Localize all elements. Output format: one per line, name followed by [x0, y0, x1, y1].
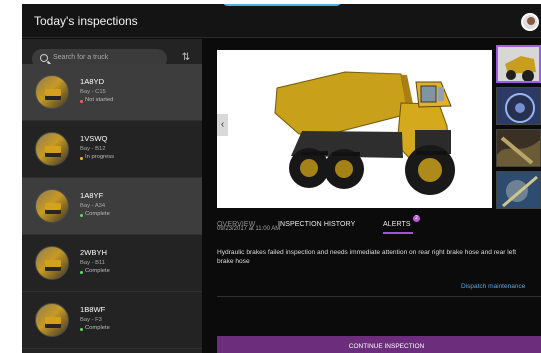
top-accent-bar: [222, 4, 342, 6]
sort-icon[interactable]: ⇅: [180, 52, 192, 64]
page-title: Today's inspections: [34, 14, 138, 28]
truck-row[interactable]: 1VSWQ Bay - B12 In progress: [22, 121, 202, 178]
truck-thumbnail: [35, 303, 69, 337]
image-thumbnail-strip: [496, 45, 541, 216]
truck-hero-image[interactable]: ‹ ›: [217, 50, 492, 208]
previous-image-button[interactable]: ‹: [217, 114, 228, 136]
alert-message: Hydraulic brakes failed inspection and n…: [217, 249, 517, 265]
status-dot: [80, 157, 83, 160]
truck-id: 1A8YF: [80, 191, 104, 200]
truck-row[interactable]: 1A8YF Bay - A34 Complete: [22, 178, 202, 235]
tab-inspection-history[interactable]: INSPECTION HISTORY: [278, 221, 355, 228]
image-thumbnail[interactable]: [496, 171, 541, 209]
inspection-app-window: Today's inspections Search for a truck ⇅…: [22, 4, 541, 353]
truck-id: 1B8WF: [80, 305, 106, 314]
truck-list: 1A8YD Bay - C15 Not started 1VSWQ Bay - …: [22, 64, 202, 349]
truck-bay: Bay - B12: [80, 146, 106, 152]
image-thumbnail[interactable]: [496, 45, 541, 83]
truck-bay: Bay - A34: [80, 203, 106, 209]
truck-thumbnail: [35, 246, 69, 280]
search-placeholder: Search for a truck: [53, 54, 109, 61]
alert-date: 09/23/2017 at 11:00 AM: [217, 226, 281, 232]
truck-id: 1VSWQ: [80, 134, 108, 143]
status-dot: [80, 100, 83, 103]
truck-row[interactable]: 1B8WF Bay - F3 Complete: [22, 292, 202, 349]
truck-detail-thumbnail: [497, 88, 540, 124]
truck-status: Not started: [85, 97, 114, 103]
truck-part-thumbnail: [497, 172, 540, 208]
truck-bay: Bay - B11: [80, 260, 106, 266]
truck-id: 1A8YD: [80, 77, 105, 86]
truck-thumbnail: [35, 75, 69, 109]
truck-status: In progress: [85, 154, 114, 160]
truck-status: Complete: [85, 268, 110, 274]
top-bar: Today's inspections: [22, 4, 541, 38]
truck-sidebar: Search for a truck ⇅ 1A8YD Bay - C15 Not…: [22, 39, 202, 353]
content-divider: [217, 296, 541, 297]
image-thumbnail[interactable]: [496, 87, 541, 125]
active-tab-underline: [383, 232, 413, 234]
status-dot: [80, 271, 83, 274]
truck-detail-panel: ‹ ›: [202, 39, 541, 353]
truck-status: Complete: [85, 211, 110, 217]
truck-thumbnail: [35, 189, 69, 223]
search-icon: [40, 54, 48, 62]
avatar[interactable]: [521, 13, 539, 31]
dump-truck-image: [217, 50, 492, 208]
alerts-badge: 2: [413, 215, 420, 222]
truck-bay: Bay - F3: [80, 317, 102, 323]
status-dot: [80, 214, 83, 217]
truck-status: Complete: [85, 325, 110, 331]
continue-inspection-button[interactable]: CONTINUE INSPECTION: [217, 336, 541, 353]
dispatch-maintenance-link[interactable]: Dispatch maintenance: [461, 283, 525, 290]
truck-row[interactable]: 2WBYH Bay - B11 Complete: [22, 235, 202, 292]
truck-row[interactable]: 1A8YD Bay - C15 Not started: [22, 64, 202, 121]
truck-thumbnail-image: [498, 47, 539, 81]
truck-engine-thumbnail: [497, 130, 540, 166]
truck-thumbnail: [35, 132, 69, 166]
image-thumbnail[interactable]: [496, 129, 541, 167]
tab-alerts[interactable]: ALERTS: [383, 221, 411, 228]
status-dot: [80, 328, 83, 331]
truck-bay: Bay - C15: [80, 89, 106, 95]
truck-id: 2WBYH: [80, 248, 108, 257]
